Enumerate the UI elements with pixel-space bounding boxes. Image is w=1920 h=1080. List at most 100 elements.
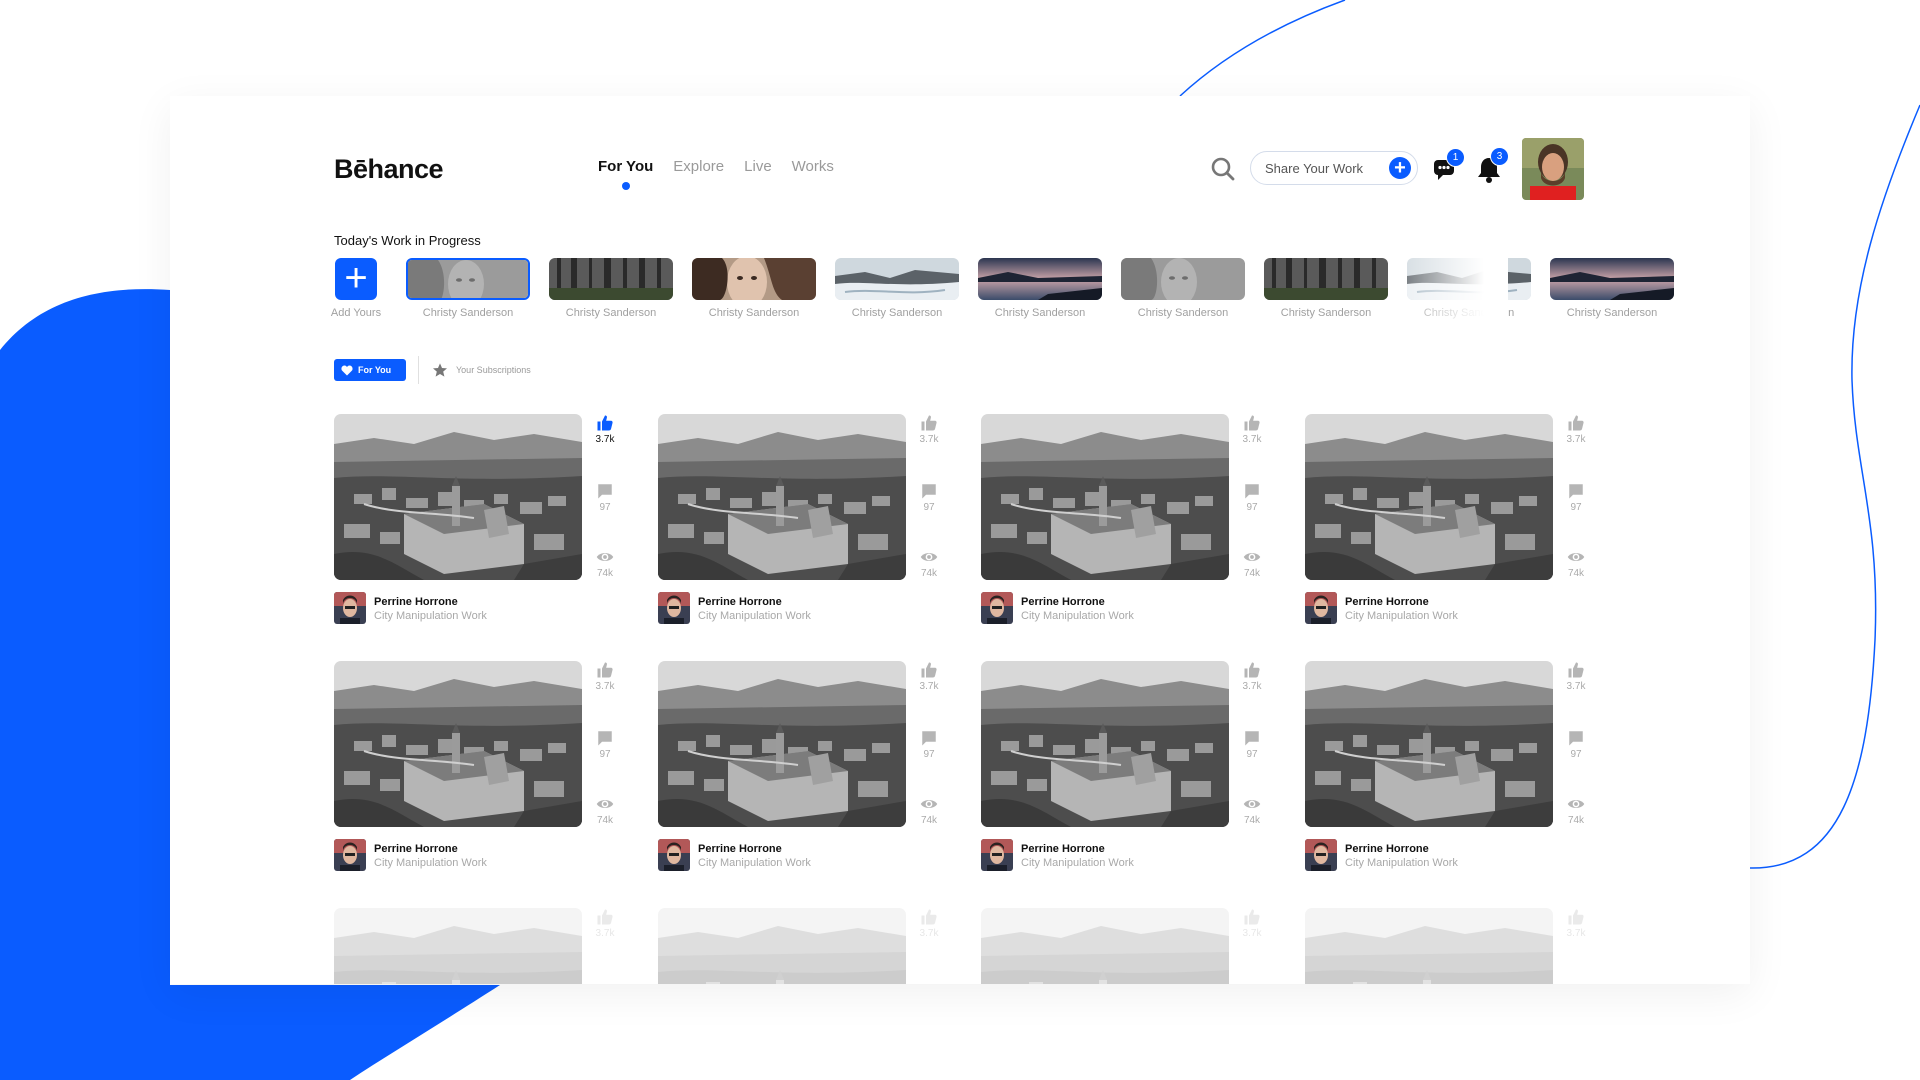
thumbs-up-icon[interactable]	[1567, 661, 1585, 679]
author-avatar[interactable]	[981, 839, 1013, 871]
user-avatar[interactable]	[1522, 138, 1584, 200]
comment-icon[interactable]	[1243, 729, 1261, 747]
story-item[interactable]: Christy Sanderson	[1121, 258, 1245, 319]
story-item[interactable]: Christy Sanderson	[549, 258, 673, 319]
eye-icon[interactable]	[1567, 795, 1585, 813]
thumbs-up-icon[interactable]	[920, 661, 938, 679]
author-avatar[interactable]	[334, 839, 366, 871]
search-icon[interactable]	[1210, 156, 1236, 182]
notifications-button[interactable]: 3	[1476, 147, 1509, 185]
post-author-name[interactable]: Perrine Horrone	[1345, 596, 1429, 608]
like-stat: 3.7k	[1237, 661, 1267, 692]
view-stat: 74k	[1561, 795, 1591, 826]
post-image[interactable]	[334, 908, 582, 984]
post-image[interactable]	[981, 414, 1229, 580]
filter-divider	[418, 356, 419, 384]
nav-for-you[interactable]: For You	[598, 158, 653, 190]
view-count: 74k	[1243, 568, 1261, 579]
post-author-name[interactable]: Perrine Horrone	[374, 843, 458, 855]
comment-icon[interactable]	[1243, 482, 1261, 500]
comment-stat: 97	[590, 482, 620, 513]
nav-explore[interactable]: Explore	[673, 158, 724, 175]
add-story-plus-icon[interactable]: +	[335, 258, 377, 300]
thumbs-up-icon[interactable]	[920, 908, 938, 926]
story-item[interactable]: Christy Sanderson	[692, 258, 816, 319]
story-item[interactable]: Christy Sanderson	[1264, 258, 1388, 319]
post-card: 3.7k 97 74k Perrine Horrone City Manipulatio…	[1305, 661, 1605, 881]
story-item[interactable]: Christy Sanderson	[835, 258, 959, 319]
post-image[interactable]	[658, 414, 906, 580]
filter-for-you-tab[interactable]: For You	[334, 359, 406, 381]
post-author-name[interactable]: Perrine Horrone	[1021, 596, 1105, 608]
story-author-label: Christy Sanderson	[1566, 307, 1658, 319]
view-stat: 74k	[590, 548, 620, 579]
eye-icon[interactable]	[1243, 795, 1261, 813]
eye-icon[interactable]	[920, 548, 938, 566]
thumbs-up-icon[interactable]	[1567, 414, 1585, 432]
post-author-name[interactable]: Perrine Horrone	[1345, 843, 1429, 855]
story-item[interactable]: Christy Sanderson	[978, 258, 1102, 319]
post-author-name[interactable]: Perrine Horrone	[698, 843, 782, 855]
like-stat: 3.7k	[1561, 908, 1591, 939]
like-count: 3.7k	[1242, 681, 1262, 692]
nav-live[interactable]: Live	[744, 158, 772, 175]
post-image[interactable]	[334, 414, 582, 580]
comment-icon[interactable]	[920, 729, 938, 747]
comment-icon[interactable]	[596, 482, 614, 500]
author-avatar[interactable]	[1305, 839, 1337, 871]
post-image[interactable]	[658, 908, 906, 984]
post-image[interactable]	[1305, 908, 1553, 984]
author-avatar[interactable]	[658, 592, 690, 624]
story-thumbnail	[1121, 258, 1245, 300]
post-author-name[interactable]: Perrine Horrone	[698, 596, 782, 608]
thumbs-up-icon[interactable]	[1243, 908, 1261, 926]
thumbs-up-icon[interactable]	[1243, 661, 1261, 679]
story-author-label: Christy Sanderson	[565, 307, 657, 319]
comment-icon[interactable]	[1567, 482, 1585, 500]
post-image[interactable]	[1305, 414, 1553, 580]
eye-icon[interactable]	[920, 795, 938, 813]
comment-stat: 97	[914, 729, 944, 760]
comment-icon[interactable]	[596, 729, 614, 747]
share-your-work-button[interactable]: Share Your Work +	[1250, 151, 1418, 185]
author-avatar[interactable]	[658, 839, 690, 871]
post-image[interactable]	[334, 661, 582, 827]
comment-stat: 97	[590, 729, 620, 760]
messages-button[interactable]: 1	[1432, 148, 1465, 185]
comment-icon[interactable]	[920, 482, 938, 500]
comment-count: 97	[1246, 749, 1258, 760]
filter-subscriptions-tab[interactable]: Your Subscriptions	[432, 359, 531, 381]
author-avatar[interactable]	[334, 592, 366, 624]
post-image[interactable]	[981, 661, 1229, 827]
view-count: 74k	[920, 568, 938, 579]
like-count: 3.7k	[1566, 681, 1586, 692]
thumbs-up-icon[interactable]	[596, 414, 614, 432]
thumbs-up-icon[interactable]	[1567, 908, 1585, 926]
comment-stat: 97	[914, 482, 944, 513]
eye-icon[interactable]	[1567, 548, 1585, 566]
post-card: 3.7k 97 74k Perrine Horrone City Manipulatio…	[658, 414, 958, 634]
post-image[interactable]	[658, 661, 906, 827]
thumbs-up-icon[interactable]	[1243, 414, 1261, 432]
story-item[interactable]: Christy Sanderson	[406, 258, 530, 319]
thumbs-up-icon[interactable]	[920, 414, 938, 432]
post-author-name[interactable]: Perrine Horrone	[374, 596, 458, 608]
eye-icon[interactable]	[596, 548, 614, 566]
thumbs-up-icon[interactable]	[596, 908, 614, 926]
like-count: 3.7k	[1566, 928, 1586, 939]
eye-icon[interactable]	[596, 795, 614, 813]
add-yours-story[interactable]: + Add Yours	[294, 258, 418, 319]
post-author-name[interactable]: Perrine Horrone	[1021, 843, 1105, 855]
thumbs-up-icon[interactable]	[596, 661, 614, 679]
view-stat: 74k	[590, 795, 620, 826]
story-item[interactable]: Christy Sanderson	[1550, 258, 1674, 319]
author-avatar[interactable]	[1305, 592, 1337, 624]
behance-logo[interactable]: Bēhance	[334, 154, 444, 185]
comment-count: 97	[1570, 502, 1582, 513]
post-image[interactable]	[981, 908, 1229, 984]
post-image[interactable]	[1305, 661, 1553, 827]
author-avatar[interactable]	[981, 592, 1013, 624]
nav-works[interactable]: Works	[792, 158, 834, 175]
eye-icon[interactable]	[1243, 548, 1261, 566]
comment-icon[interactable]	[1567, 729, 1585, 747]
